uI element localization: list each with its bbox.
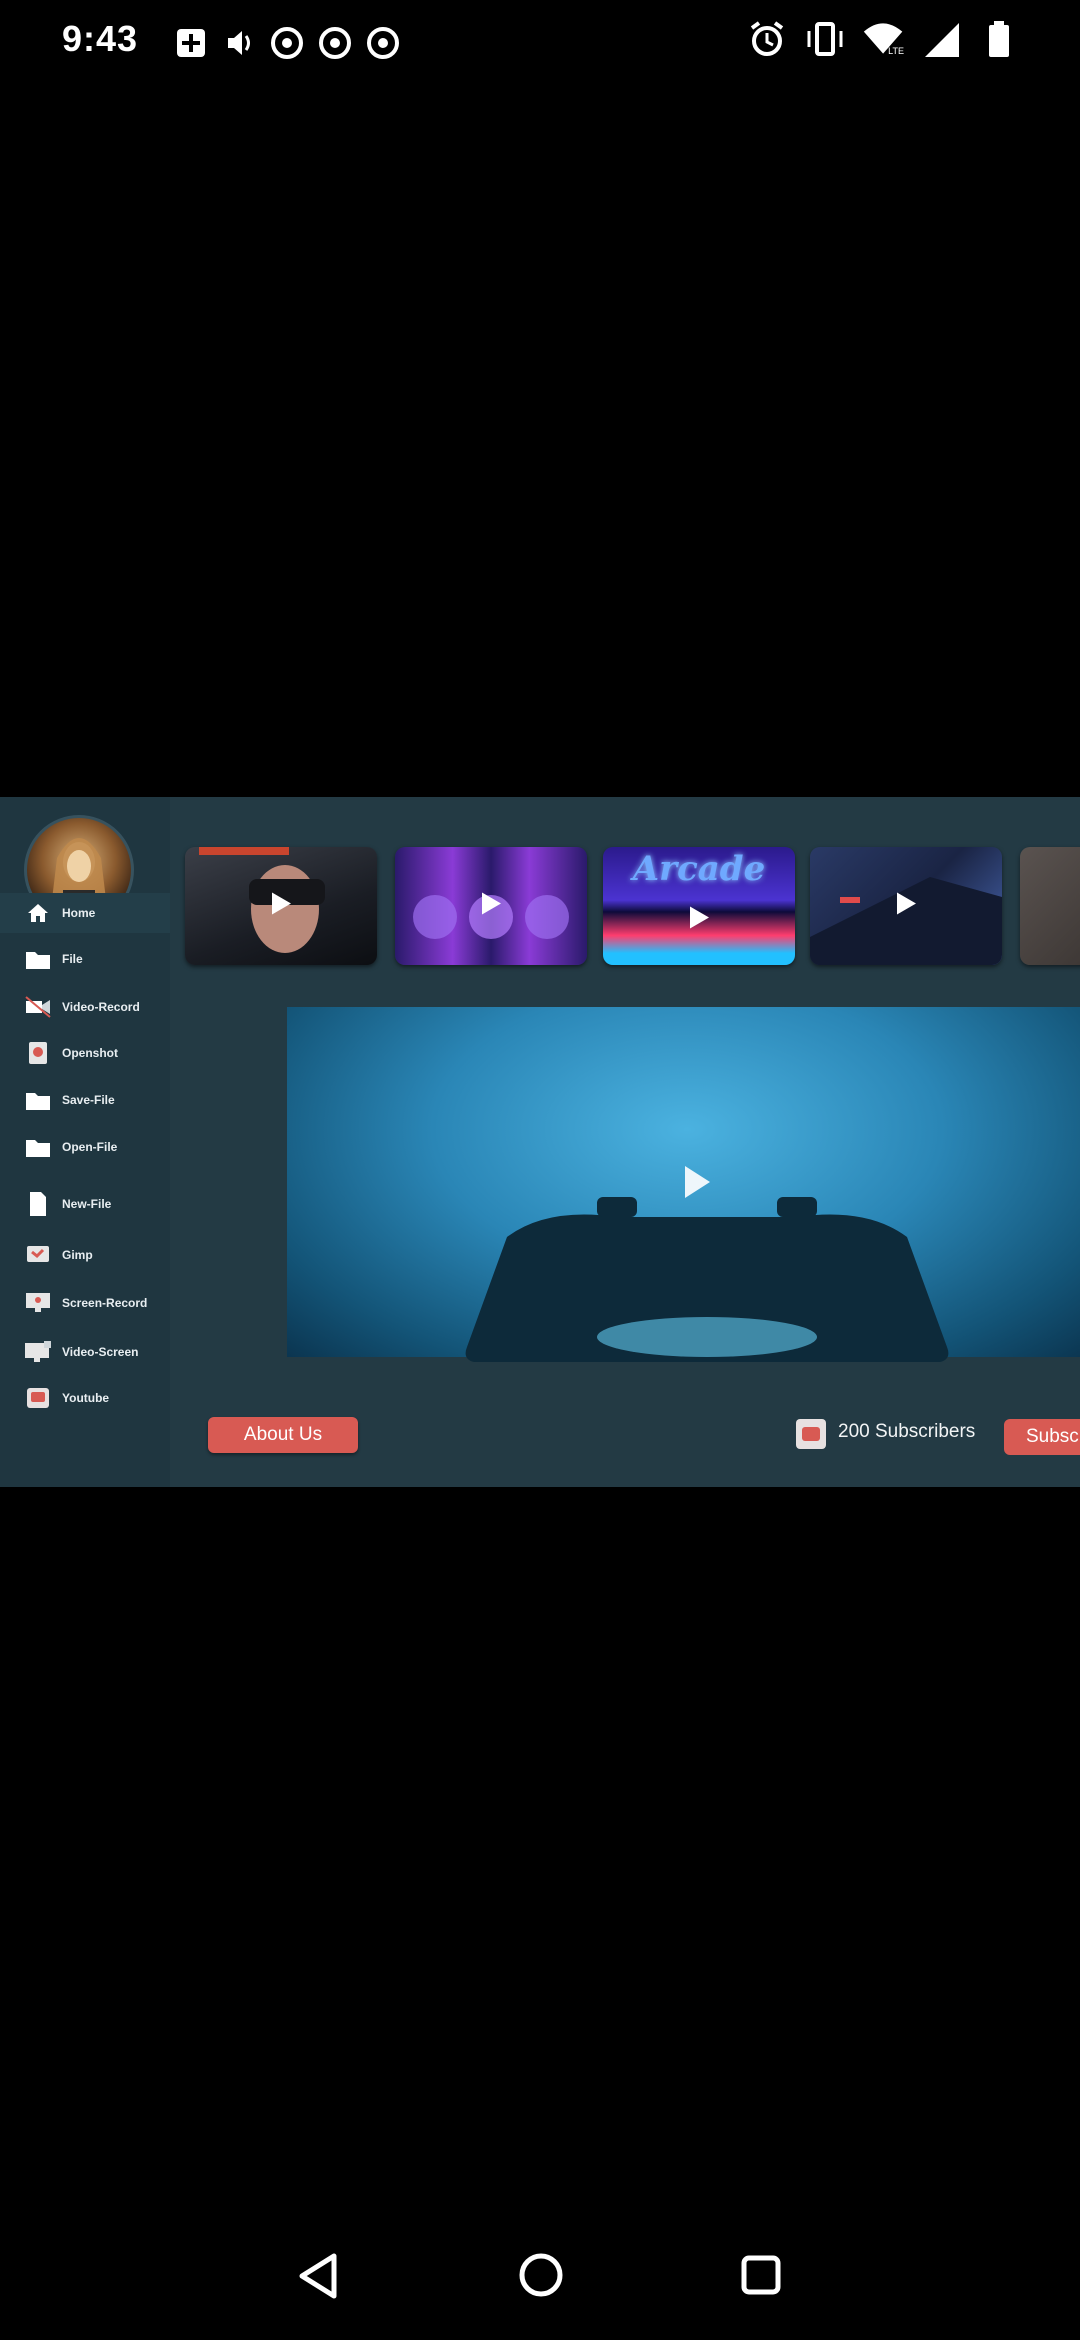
status-right-icons: LTE (746, 18, 1020, 60)
vibrate-icon (804, 18, 846, 60)
status-bar: 9:43 LTE (0, 0, 1080, 80)
thumbnail-strip: Arcade (185, 847, 1080, 967)
play-icon (270, 892, 292, 921)
sound-icon (218, 22, 260, 64)
gamepad-icon (465, 1197, 949, 1362)
play-icon (688, 906, 710, 935)
sidebar-item-label: Open-File (62, 1140, 118, 1154)
sidebar-item-home[interactable]: Home (0, 893, 170, 933)
screen-record-icon (24, 1289, 52, 1317)
sidebar-item-save-file[interactable]: Save-File (0, 1080, 170, 1120)
sidebar-item-openshot[interactable]: Openshot (0, 1033, 170, 1073)
video-screen-icon (24, 1338, 52, 1366)
sidebar-item-video-screen[interactable]: Video-Screen (0, 1332, 170, 1372)
play-icon (895, 892, 917, 921)
network-label: LTE (888, 46, 904, 56)
subscribers-count: 200 Subscribers (838, 1421, 976, 1442)
video-thumbnail[interactable] (1020, 847, 1080, 965)
status-time: 9:43 (62, 18, 139, 59)
chrome-icon (314, 22, 356, 64)
recents-icon[interactable] (740, 2254, 782, 2301)
youtube-icon (24, 1384, 52, 1412)
sidebar-item-gimp[interactable]: Gimp (0, 1235, 170, 1275)
youtube-icon (796, 1419, 826, 1449)
folder-icon (24, 945, 52, 973)
navigation-bar (0, 2230, 1080, 2340)
sidebar-item-label: File (62, 952, 83, 966)
folder-icon (24, 1086, 52, 1114)
sidebar-item-label: Home (62, 906, 96, 920)
status-left-icons (170, 22, 404, 64)
back-icon[interactable] (296, 2252, 340, 2305)
sidebar-item-new-file[interactable]: New-File (0, 1184, 170, 1224)
chrome-icon (362, 22, 404, 64)
video-thumbnail[interactable] (810, 847, 1002, 965)
sidebar-item-label: Video-Screen (62, 1345, 139, 1359)
home-icon (24, 899, 52, 927)
file-icon (24, 1190, 52, 1218)
wifi-icon: LTE (862, 18, 904, 60)
sidebar-item-label: Save-File (62, 1093, 115, 1107)
home-nav-icon[interactable] (518, 2252, 564, 2303)
sidebar-item-label: Video-Record (62, 1000, 140, 1014)
play-icon (480, 892, 502, 921)
sidebar-item-label: New-File (62, 1197, 112, 1211)
featured-video[interactable] (287, 1007, 1080, 1362)
play-icon (683, 1165, 711, 1204)
about-us-button[interactable]: About Us (208, 1417, 358, 1453)
video-thumbnail[interactable] (395, 847, 587, 965)
sidebar-item-label: Screen-Record (62, 1296, 148, 1310)
alarm-icon (746, 18, 788, 60)
battery-icon (978, 18, 1020, 60)
openshot-icon (24, 1039, 52, 1067)
sidebar-item-label: Openshot (62, 1046, 118, 1060)
subscribe-button[interactable]: Subsc (1004, 1419, 1080, 1455)
video-thumbnail[interactable] (185, 847, 377, 965)
sidebar-item-video-record[interactable]: Video-Record (0, 987, 170, 1027)
sidebar-item-label: Youtube (62, 1391, 110, 1405)
gimp-icon (24, 1241, 52, 1269)
sidebar-item-youtube[interactable]: Youtube (0, 1378, 170, 1418)
video-record-icon (24, 993, 52, 1021)
arcade-title: Arcade (632, 849, 766, 889)
sidebar-item-file[interactable]: File (0, 939, 170, 979)
sidebar-item-label: Gimp (62, 1248, 93, 1262)
notification-icon (170, 22, 212, 64)
chrome-icon (266, 22, 308, 64)
sidebar-item-open-file[interactable]: Open-File (0, 1127, 170, 1167)
app-screenshot: Home File Video-Record Openshot Save-Fil… (0, 797, 1080, 1487)
sidebar: Home File Video-Record Openshot Save-Fil… (0, 797, 170, 1487)
video-thumbnail[interactable]: Arcade (603, 847, 795, 965)
folder-icon (24, 1133, 52, 1161)
signal-icon (920, 18, 962, 60)
sidebar-item-screen-record[interactable]: Screen-Record (0, 1283, 170, 1323)
